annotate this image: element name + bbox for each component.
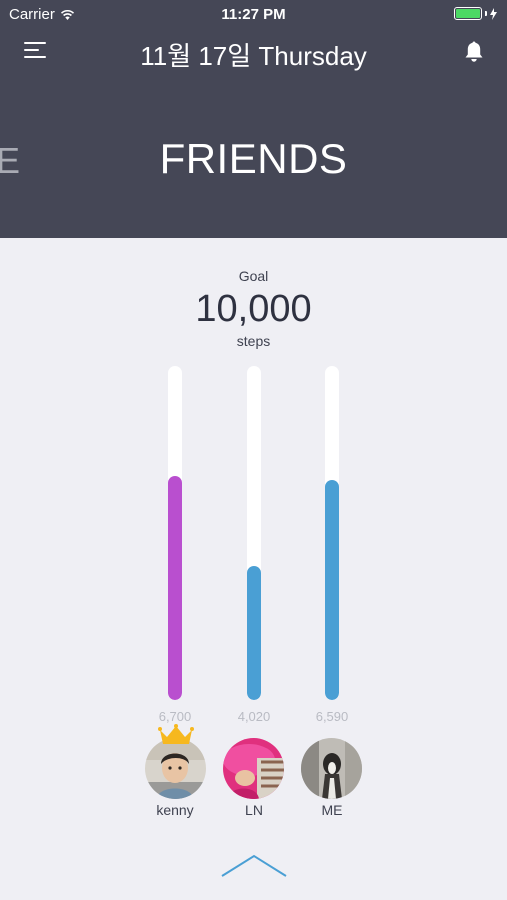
step-bar-fill-kenny bbox=[168, 476, 182, 700]
battery-indicator bbox=[454, 7, 497, 20]
status-time: 11:27 PM bbox=[221, 6, 286, 23]
status-bar: Carrier 11:27 PM bbox=[0, 0, 507, 28]
step-count-kenny: 6,700 bbox=[158, 709, 192, 724]
step-bar-track-ln bbox=[247, 366, 261, 700]
goal-unit: steps bbox=[236, 333, 271, 349]
navigation-bar: 11월 17일 Thursday bbox=[0, 30, 507, 74]
friend-name-kenny: kenny bbox=[156, 802, 194, 818]
step-count-ln: 4,020 bbox=[237, 709, 271, 724]
goal-value: 10,000 bbox=[195, 288, 312, 330]
section-title: FRIENDS bbox=[159, 135, 348, 182]
step-bar-track-kenny bbox=[168, 366, 182, 700]
bell-icon[interactable] bbox=[463, 40, 485, 64]
date-title: 11월 17일 Thursday bbox=[140, 41, 367, 71]
battery-icon bbox=[454, 7, 482, 20]
step-bar-fill-ln bbox=[247, 565, 261, 700]
charging-bolt-icon bbox=[490, 7, 497, 20]
avatar-ln[interactable] bbox=[223, 738, 284, 799]
friend-name-me: ME bbox=[321, 802, 343, 818]
friend-name-ln: LN bbox=[245, 802, 263, 818]
chevron-up-icon[interactable] bbox=[220, 852, 288, 880]
step-bar-fill-me bbox=[325, 479, 339, 700]
goal-label: Goal bbox=[238, 268, 269, 284]
step-bar-track-me bbox=[325, 366, 339, 700]
step-count-me: 6,590 bbox=[315, 709, 349, 724]
header-panel: Carrier 11:27 PM 11월 17일 Thursday E FRIE… bbox=[0, 0, 507, 238]
avatar-kenny[interactable] bbox=[145, 738, 206, 799]
crown-icon bbox=[158, 724, 194, 744]
battery-tip bbox=[485, 11, 487, 16]
avatar-me[interactable] bbox=[301, 738, 362, 799]
